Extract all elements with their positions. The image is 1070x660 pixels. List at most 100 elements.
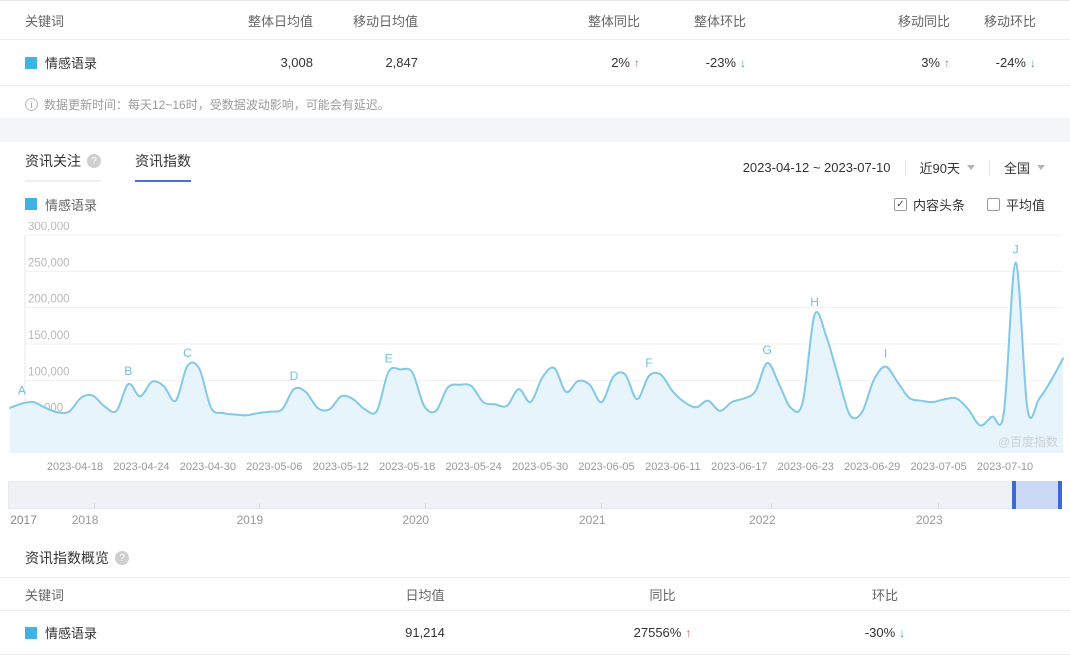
svg-text:2023-06-23: 2023-06-23 — [778, 461, 834, 473]
svg-text:2023-06-17: 2023-06-17 — [711, 461, 767, 473]
period-dropdown[interactable]: 近90天 — [920, 158, 975, 177]
column-header-mobile-daily-avg: 移动日均值 — [352, 13, 418, 29]
chevron-down-icon — [1037, 165, 1045, 170]
update-note-text: 数据更新时间：每天12~16时，受数据波动影响，可能会有延迟。 — [44, 98, 390, 112]
svg-text:2023-05-18: 2023-05-18 — [379, 461, 435, 473]
section-divider — [0, 118, 1070, 142]
summary-section: 关键词 整体日均值 移动日均值 整体同比 整体环比 移动同比 移动环比 情感语录… — [0, 0, 1070, 118]
checkbox-unchecked-icon — [986, 197, 1000, 211]
column-header-keyword: 关键词 — [25, 13, 65, 29]
checkbox-average[interactable]: 平均值 — [986, 195, 1045, 214]
year-label: 2018 — [71, 513, 99, 527]
slider-tick — [94, 503, 96, 508]
tab-bar: 资讯关注 资讯指数 2023-04-12 ~ 2023-07-10 近90天 全… — [0, 142, 1070, 182]
slider-tick — [424, 503, 426, 508]
chevron-down-icon — [966, 165, 975, 170]
slider-track[interactable] — [8, 481, 1062, 509]
slider-selection[interactable] — [1012, 481, 1062, 509]
svg-text:2023-05-24: 2023-05-24 — [445, 461, 501, 473]
column-header-keyword: 关键词 — [25, 587, 65, 603]
trend-arrow-icon: ↓ — [899, 626, 906, 640]
column-header-mobile-mom: 移动环比 — [983, 13, 1036, 29]
column-header-mobile-yoy: 移动同比 — [897, 13, 950, 29]
yoy-value: 27556% ↑ — [633, 625, 692, 640]
slider-tick — [258, 503, 260, 508]
legend-keyword-label: 情感语录 — [45, 197, 98, 213]
svg-text:150,000: 150,000 — [28, 330, 70, 342]
trend-section: 资讯关注 资讯指数 2023-04-12 ~ 2023-07-10 近90天 全… — [0, 142, 1070, 660]
column-header-daily-avg: 日均值 — [405, 587, 445, 603]
svg-text:@百度指数: @百度指数 — [998, 434, 1058, 449]
svg-text:D: D — [290, 369, 299, 383]
column-header-overall-yoy: 整体同比 — [587, 13, 640, 29]
baidu-index-page: 关键词 整体日均值 移动日均值 整体同比 整体环比 移动同比 移动环比 情感语录… — [0, 0, 1070, 660]
svg-text:I: I — [884, 347, 887, 361]
timeline-years: 2017 2018 2019 2020 2021 2022 2023 — [0, 511, 1070, 533]
svg-text:2023-07-10: 2023-07-10 — [977, 461, 1033, 473]
tab-news-index[interactable]: 资讯指数 — [135, 151, 191, 182]
region-dropdown[interactable]: 全国 — [1004, 158, 1045, 177]
daily-avg-value: 91,214 — [405, 625, 445, 640]
keyword-cell: 情感语录 — [25, 623, 300, 642]
checkbox-content-headlines[interactable]: 内容头条 — [893, 195, 965, 214]
legend-color-swatch-icon — [25, 198, 37, 210]
svg-text:2023-06-05: 2023-06-05 — [578, 461, 634, 473]
svg-text:2023-05-12: 2023-05-12 — [313, 461, 369, 473]
overview-title: 资讯指数概览 — [0, 548, 1070, 568]
year-label: 2022 — [749, 513, 776, 527]
series-legend[interactable]: 情感语录 — [25, 195, 97, 214]
svg-text:100,000: 100,000 — [28, 366, 70, 378]
trend-chart[interactable]: 50,000100,000150,000200,000250,000300,00… — [0, 222, 1070, 477]
slider-tick — [601, 503, 603, 508]
svg-text:H: H — [810, 295, 819, 309]
info-icon — [25, 98, 38, 111]
help-icon[interactable] — [115, 551, 129, 565]
slider-left-handle[interactable] — [1012, 481, 1016, 509]
timeline-slider[interactable] — [8, 481, 1062, 509]
svg-text:E: E — [385, 352, 393, 366]
trend-arrow-icon: ↑ — [685, 626, 692, 640]
slider-tick — [938, 503, 940, 508]
slider-tick — [771, 503, 773, 508]
chart-controls: 2023-04-12 ~ 2023-07-10 近90天 全国 — [743, 158, 1045, 177]
svg-text:2023-06-11: 2023-06-11 — [645, 461, 700, 473]
svg-text:2023-06-29: 2023-06-29 — [844, 461, 900, 473]
mom-value: -30% ↓ — [864, 625, 906, 640]
overall-mom-value: -23% ↓ — [705, 55, 746, 70]
mobile-mom-value: -24% ↓ — [995, 55, 1036, 70]
series-toggles: 内容头条 平均值 — [872, 195, 1045, 214]
year-label: 2017 — [10, 513, 37, 527]
mobile-yoy-value: 3% ↑ — [921, 55, 950, 70]
summary-table-row: 情感语录 3,008 2,847 2% ↑ -23% ↓ 3% ↑ -24% ↓ — [0, 40, 1070, 86]
mobile-daily-avg-value: 2,847 — [385, 55, 418, 70]
keyword-cell: 情感语录 — [25, 53, 235, 72]
checkbox-checked-icon — [893, 197, 907, 211]
svg-text:2023-04-24: 2023-04-24 — [113, 461, 169, 473]
update-note: 数据更新时间：每天12~16时，受数据波动影响，可能会有延迟。 — [25, 96, 390, 113]
keyword-label: 情感语录 — [45, 56, 98, 71]
slider-right-handle[interactable] — [1058, 481, 1062, 509]
svg-text:2023-05-30: 2023-05-30 — [512, 461, 568, 473]
column-header-overall-daily-avg: 整体日均值 — [247, 13, 313, 29]
svg-text:C: C — [183, 346, 192, 360]
svg-text:200,000: 200,000 — [28, 294, 70, 306]
year-label: 2021 — [578, 513, 606, 527]
divider — [904, 160, 906, 175]
overview-table-header: 关键词 日均值 同比 环比 — [0, 577, 1070, 611]
legend-row: 情感语录 内容头条 平均值 — [0, 195, 1070, 213]
svg-text:F: F — [645, 356, 652, 370]
date-range-picker[interactable]: 2023-04-12 ~ 2023-07-10 — [743, 160, 891, 175]
svg-text:2023-05-06: 2023-05-06 — [246, 461, 302, 473]
svg-text:250,000: 250,000 — [28, 257, 70, 269]
divider — [988, 160, 990, 175]
overall-yoy-value: 2% ↑ — [611, 55, 640, 70]
svg-text:G: G — [763, 343, 772, 357]
tab-news-attention[interactable]: 资讯关注 — [25, 151, 101, 182]
column-header-yoy: 同比 — [649, 587, 676, 603]
help-icon[interactable] — [87, 154, 101, 168]
svg-text:300,000: 300,000 — [28, 222, 70, 233]
svg-text:J: J — [1013, 243, 1019, 257]
svg-text:2023-04-18: 2023-04-18 — [47, 461, 103, 473]
trend-arrow-icon: ↓ — [1030, 56, 1036, 70]
summary-table-header: 关键词 整体日均值 移动日均值 整体同比 整体环比 移动同比 移动环比 — [0, 0, 1070, 40]
